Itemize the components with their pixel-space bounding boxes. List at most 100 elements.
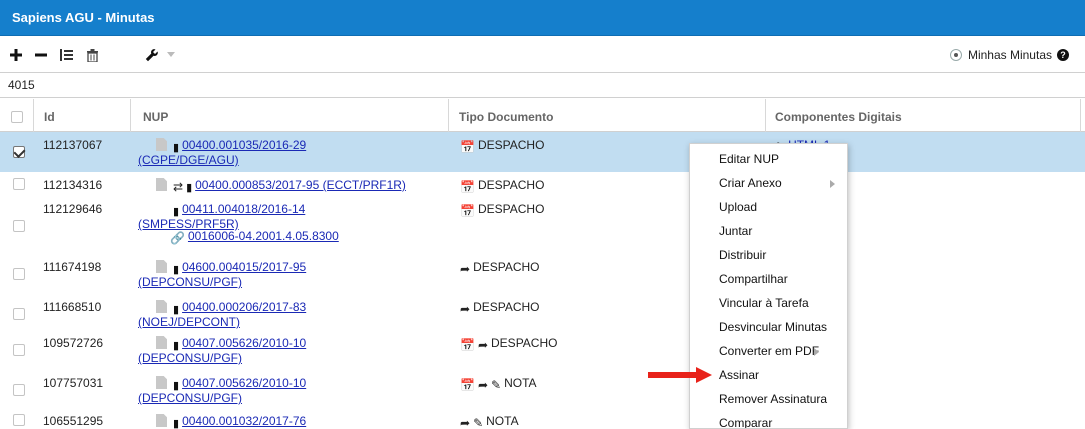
tools-menu-button[interactable] xyxy=(145,45,185,65)
document-icon xyxy=(156,414,167,427)
row-checkbox[interactable] xyxy=(13,344,25,359)
row-nup: ▮ 00400.000206/2017-83 (NOEJ/DEPCONT) xyxy=(138,300,448,328)
row-checkbox[interactable] xyxy=(13,146,25,161)
row-tipo: ➦ DESPACHO xyxy=(460,300,540,316)
trash-icon xyxy=(86,48,98,62)
nup-link[interactable]: 00400.000853/2017-95 (ECCT/PRF1R) xyxy=(195,178,406,192)
search-input[interactable] xyxy=(0,72,1085,98)
delete-button[interactable] xyxy=(82,45,102,65)
pencil-icon: ✎ xyxy=(491,378,502,392)
row-checkbox[interactable] xyxy=(13,268,25,283)
minhas-minutas-label: Minhas Minutas xyxy=(967,48,1052,62)
nup-link[interactable]: 00400.001035/2016-29 xyxy=(182,138,306,152)
calendar-icon: 📅 xyxy=(460,180,475,194)
nup-unit-link[interactable]: (DEPCONSU/PGF) xyxy=(138,391,242,405)
table-row[interactable]: 112137067 ▮ 00400.001035/2016-29 (CGPE/DG… xyxy=(0,132,1085,172)
remove-button[interactable] xyxy=(31,45,51,65)
pencil-icon: ✎ xyxy=(473,416,484,429)
row-tipo: ➦ DESPACHO xyxy=(460,260,540,276)
nup-unit-link[interactable]: (DEPCONSU/PGF) xyxy=(138,275,242,289)
nup-unit-link[interactable]: (NOEJ/DEPCONT) xyxy=(138,315,240,329)
nup-link[interactable]: 04600.004015/2017-95 xyxy=(182,260,306,274)
menu-item-assinar[interactable]: Assinar xyxy=(690,364,847,388)
select-all-header[interactable] xyxy=(0,99,34,132)
nup-link[interactable]: 00407.005626/2010-10 xyxy=(182,376,306,390)
calendar-icon: 📅 xyxy=(460,378,475,392)
select-all-checkbox[interactable] xyxy=(11,111,23,123)
menu-item-compartilhar[interactable]: Compartilhar xyxy=(690,268,847,292)
window-titlebar: Sapiens AGU - Minutas xyxy=(0,0,1085,36)
column-header-nup[interactable]: NUP xyxy=(131,99,449,132)
minus-icon xyxy=(35,53,47,57)
table-row[interactable]: 109572726 ▮ 00407.005626/2010-10 (DEPCONS… xyxy=(0,330,1085,370)
menu-item-desvincular-minutas[interactable]: Desvincular Minutas xyxy=(690,316,847,340)
help-icon[interactable]: ? xyxy=(1057,49,1069,61)
menu-item-juntar[interactable]: Juntar xyxy=(690,220,847,244)
search-bar xyxy=(0,72,1085,98)
chevron-down-icon xyxy=(167,52,175,57)
row-nup: ⇄ ▮ 00400.000853/2017-95 (ECCT/PRF1R) xyxy=(138,178,448,194)
book-icon: ▮ xyxy=(186,182,193,194)
row-id: 112129646 xyxy=(43,202,103,216)
row-tipo: 📅 ➦ ✎ NOTA xyxy=(460,376,537,392)
menu-item-vincular-tarefa[interactable]: Vincular à Tarefa xyxy=(690,292,847,316)
table-row[interactable]: 112129646 ▮ 00411.004018/2016-14 (SMPESS/… xyxy=(0,196,1085,254)
row-checkbox[interactable] xyxy=(13,414,25,429)
row-checkbox[interactable] xyxy=(13,178,25,193)
share-icon: ➦ xyxy=(460,302,471,316)
row-nup: ▮ 00411.004018/2016-14 (SMPESS/PRF5R) 🔗 00… xyxy=(138,202,448,244)
nup-link[interactable]: 00400.000206/2017-83 xyxy=(182,300,306,314)
table-row[interactable]: 107757031 ▮ 00407.005626/2010-10 (DEPCONS… xyxy=(0,370,1085,408)
nup-link[interactable]: 00400.001032/2017-76 xyxy=(182,414,306,428)
nup-link[interactable]: 00407.005626/2010-10 xyxy=(182,336,306,350)
table-row[interactable]: 112134316 ⇄ ▮ 00400.000853/2017-95 (ECCT/P… xyxy=(0,172,1085,196)
menu-item-criar-anexo[interactable]: Criar Anexo xyxy=(690,172,847,196)
radio-button[interactable] xyxy=(949,49,962,61)
document-icon xyxy=(156,300,167,313)
menu-item-remover-assinatura[interactable]: Remover Assinatura xyxy=(690,388,847,412)
exchange-icon: ⇄ xyxy=(173,180,184,194)
row-id: 111674198 xyxy=(43,260,102,274)
document-icon xyxy=(156,336,167,349)
list-icon xyxy=(59,49,73,61)
nup-unit-link[interactable]: (DEPCONSU/PGF) xyxy=(138,351,242,365)
menu-item-upload[interactable]: Upload xyxy=(690,196,847,220)
table-row[interactable]: 106551295 ▮ 00400.001032/2017-76 ➦ ✎ NOTA xyxy=(0,408,1085,429)
grid-header: Id NUP Tipo Documento Componentes Digita… xyxy=(0,99,1085,132)
menu-item-distribuir[interactable]: Distribuir xyxy=(690,244,847,268)
row-checkbox[interactable] xyxy=(13,220,25,235)
nup-link[interactable]: 00411.004018/2016-14 xyxy=(182,202,305,216)
document-icon xyxy=(156,376,167,389)
judicial-process-link[interactable]: 0016006-04.2001.4.05.8300 xyxy=(188,229,339,243)
submenu-arrow-icon xyxy=(830,180,835,188)
row-tipo: 📅 DESPACHO xyxy=(460,138,545,154)
column-header-id[interactable]: Id xyxy=(34,99,131,132)
row-id: 107757031 xyxy=(43,376,104,390)
nup-unit-link[interactable]: (CGPE/DGE/AGU) xyxy=(138,153,239,167)
header-spacer xyxy=(1081,99,1085,132)
row-nup: ▮ 04600.004015/2017-95 (DEPCONSU/PGF) xyxy=(138,260,448,288)
row-checkbox[interactable] xyxy=(13,308,25,323)
minutas-grid: 112137067 ▮ 00400.001035/2016-29 (CGPE/DG… xyxy=(0,132,1085,429)
share-icon: ➦ xyxy=(477,338,489,352)
calendar-icon: 📅 xyxy=(460,204,475,218)
list-button[interactable] xyxy=(56,45,76,65)
wrench-icon xyxy=(145,49,158,62)
column-header-componentes-digitais[interactable]: Componentes Digitais xyxy=(766,99,1081,132)
add-button[interactable] xyxy=(6,45,26,65)
menu-item-editar-nup[interactable]: Editar NUP xyxy=(690,148,847,172)
share-icon: ➦ xyxy=(460,416,471,429)
row-id: 106551295 xyxy=(43,414,104,428)
document-icon xyxy=(156,138,167,151)
column-header-tipo-documento[interactable]: Tipo Documento xyxy=(449,99,766,132)
plus-icon xyxy=(10,49,22,61)
minhas-minutas-filter[interactable]: Minhas Minutas ? xyxy=(949,48,1069,62)
share-icon: ➦ xyxy=(477,378,489,392)
menu-item-converter-pdf[interactable]: Converter em PDF xyxy=(690,340,847,364)
row-nup: ▮ 00407.005626/2010-10 (DEPCONSU/PGF) xyxy=(138,376,448,404)
row-checkbox[interactable] xyxy=(13,384,25,399)
table-row[interactable]: 111674198 ▮ 04600.004015/2017-95 (DEPCONS… xyxy=(0,254,1085,294)
row-nup: ▮ 00400.001035/2016-29 (CGPE/DGE/AGU) xyxy=(138,138,448,166)
menu-item-comparar[interactable]: Comparar xyxy=(690,412,847,428)
table-row[interactable]: 111668510 ▮ 00400.000206/2017-83 (NOEJ/DE… xyxy=(0,294,1085,330)
